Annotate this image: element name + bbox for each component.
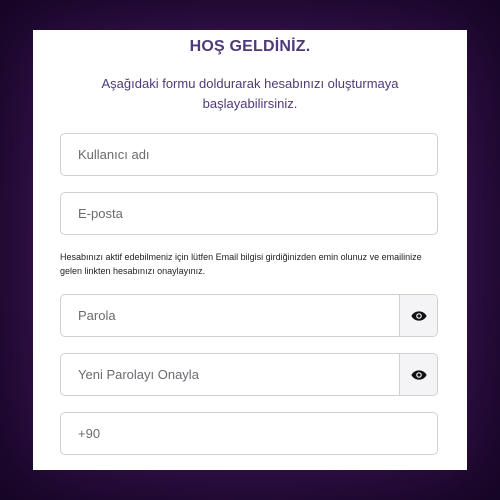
eye-icon — [410, 369, 427, 380]
username-placeholder: Kullanıcı adı — [78, 147, 150, 162]
registration-card: HOŞ GELDİNİZ. Aşağıdaki formu doldurarak… — [33, 30, 467, 470]
eye-icon — [410, 310, 427, 321]
email-field[interactable]: E-posta — [60, 192, 438, 235]
confirm-password-field[interactable]: Yeni Parolayı Onayla — [60, 353, 438, 396]
email-placeholder: E-posta — [78, 206, 123, 221]
email-verification-note: Hesabınızı aktif edebilmeniz için lütfen… — [60, 252, 422, 276]
confirm-password-placeholder: Yeni Parolayı Onayla — [78, 367, 199, 382]
page-title: HOŞ GELDİNİZ. — [189, 38, 311, 55]
form-subtitle: Aşağıdaki formu doldurarak hesabınızı ol… — [101, 76, 399, 111]
password-placeholder: Parola — [78, 308, 116, 323]
confirm-password-visibility-toggle[interactable] — [399, 354, 437, 395]
password-visibility-toggle[interactable] — [399, 295, 437, 336]
phone-prefix: +90 — [78, 426, 101, 441]
username-field[interactable]: Kullanıcı adı — [60, 133, 438, 176]
phone-field[interactable]: +90 — [60, 412, 438, 455]
password-field[interactable]: Parola — [60, 294, 438, 337]
